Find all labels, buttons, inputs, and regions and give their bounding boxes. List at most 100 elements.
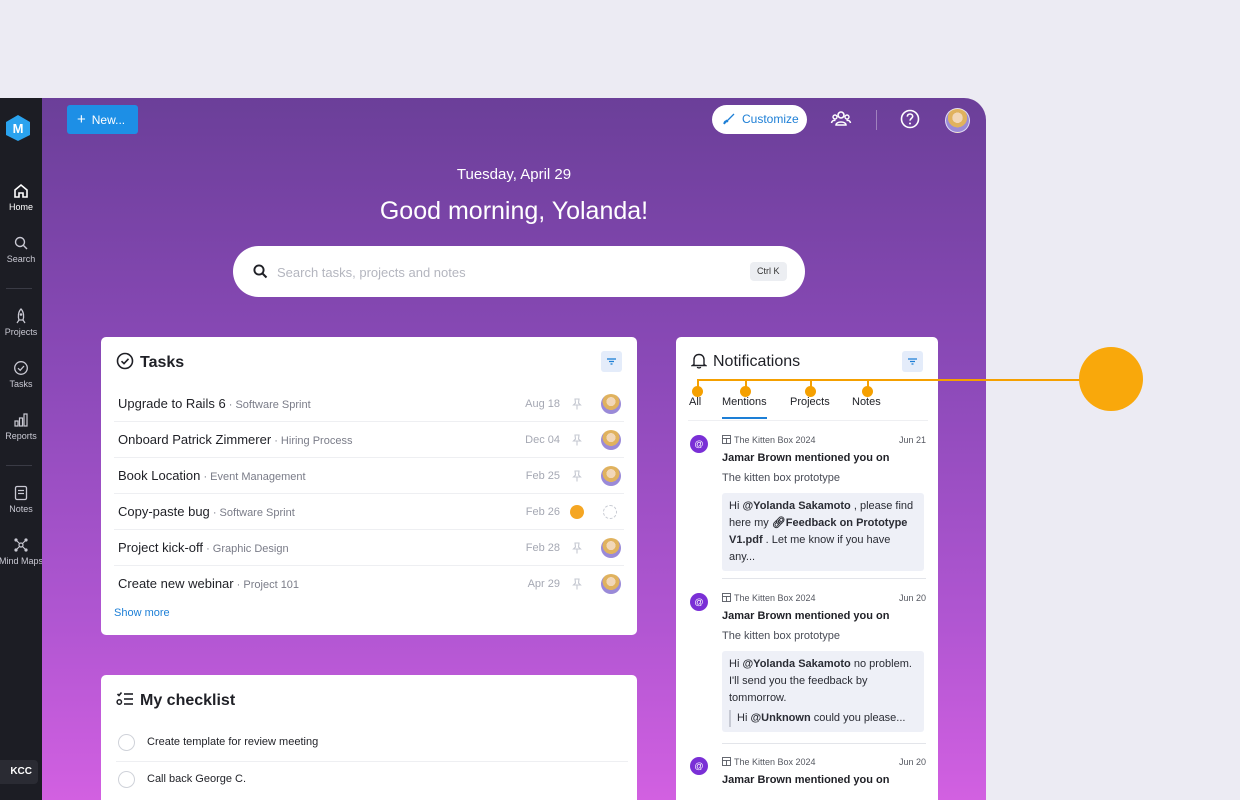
notification-source-text: The Kitten Box 2024 (734, 593, 816, 603)
tab-all[interactable]: All (689, 396, 701, 408)
sidebar-item-notes[interactable]: Notes (0, 485, 42, 514)
task-row[interactable]: Create new webinar · Project 101 Apr 29 (114, 566, 624, 602)
pinned-icon[interactable] (570, 505, 584, 519)
task-row[interactable]: Upgrade to Rails 6 · Software Sprint Aug… (114, 386, 624, 422)
mention-badge-icon: @ (690, 757, 708, 775)
tab-projects[interactable]: Projects (790, 396, 830, 408)
notification-date: Jun 21 (898, 435, 926, 445)
mention-link[interactable]: @Unknown (750, 712, 810, 724)
mention-link[interactable]: @Yolanda Sakamoto (742, 658, 850, 670)
quote-message: Hi @Yolanda Sakamoto no problem. I'll se… (729, 656, 917, 707)
show-more-link[interactable]: Show more (114, 607, 170, 619)
help-icon[interactable] (899, 108, 921, 130)
sidebar-divider (6, 465, 32, 466)
customize-button[interactable]: Customize (712, 105, 807, 134)
task-due-date: Feb 28 (525, 542, 560, 554)
task-name: Upgrade to Rails 6 · Software Sprint (118, 396, 311, 411)
assignee-avatar[interactable] (601, 394, 621, 414)
notifications-title-text: Notifications (713, 353, 801, 370)
checklist-checkbox[interactable] (118, 734, 135, 751)
task-name: Onboard Patrick Zimmerer · Hiring Proces… (118, 432, 352, 447)
workspace-badge[interactable]: KCC (0, 760, 38, 784)
task-row[interactable]: Onboard Patrick Zimmerer · Hiring Proces… (114, 422, 624, 458)
project-icon (722, 593, 731, 602)
note-icon (14, 485, 28, 501)
global-search[interactable]: Ctrl K (233, 246, 805, 297)
team-icon[interactable] (830, 108, 852, 130)
unassigned-avatar-icon[interactable] (603, 505, 617, 519)
sidebar-item-tasks[interactable]: Tasks (0, 360, 42, 389)
pin-icon[interactable] (570, 469, 584, 483)
task-row[interactable]: Project kick-off · Graphic Design Feb 28 (114, 530, 624, 566)
filter-icon (908, 358, 917, 365)
checklist-title-text: My checklist (140, 692, 236, 709)
task-project: · Project 101 (233, 579, 300, 591)
task-row[interactable]: Book Location · Event Management Feb 25 (114, 458, 624, 494)
assignee-avatar[interactable] (601, 430, 621, 450)
home-dashboard: + New... Customize Tuesday, April 29 Good… (42, 98, 986, 800)
task-due-date: Apr 29 (527, 578, 560, 590)
home-icon (14, 183, 28, 198)
widget-title: My checklist (116, 690, 235, 710)
rocket-icon (16, 308, 26, 324)
task-project: · Software Sprint (209, 507, 295, 519)
check-circle-icon (14, 361, 28, 375)
new-button[interactable]: + New... (67, 105, 138, 134)
checklist-item: Create template for review meeting (116, 725, 628, 762)
callout-marker (692, 386, 703, 397)
notification-divider (722, 578, 926, 579)
mention-badge-icon: @ (690, 435, 708, 453)
sidebar-item-search[interactable]: Search (0, 235, 42, 264)
task-name: Copy-paste bug · Software Sprint (118, 504, 295, 519)
sidebar-item-projects[interactable]: Projects (0, 308, 42, 337)
notification-quote: Hi @Yolanda Sakamoto , please find here … (722, 493, 924, 571)
notification-headline: Jamar Brown mentioned you on (722, 452, 890, 464)
pin-icon[interactable] (570, 397, 584, 411)
notification-source-text: The Kitten Box 2024 (734, 757, 816, 767)
mention-link[interactable]: @Yolanda Sakamoto (742, 500, 850, 512)
svg-text:M: M (13, 121, 24, 136)
quote-text: Hi (729, 500, 743, 512)
callout-bubble (1079, 347, 1143, 411)
task-title: Upgrade to Rails 6 (118, 396, 226, 411)
sidebar-item-reports[interactable]: Reports (0, 412, 42, 441)
notification-target[interactable]: The kitten box prototype (722, 472, 840, 484)
tasks-filter-button[interactable] (601, 351, 622, 372)
task-project: · Software Sprint (225, 399, 311, 411)
project-icon (722, 435, 731, 444)
assignee-avatar[interactable] (601, 574, 621, 594)
filter-icon (607, 358, 616, 365)
sidebar-item-mind-maps[interactable]: Mind Maps (0, 537, 43, 566)
notifications-filter-button[interactable] (902, 351, 923, 372)
assignee-avatar[interactable] (601, 466, 621, 486)
checklist-widget: My checklist Create template for review … (101, 675, 637, 800)
sidebar-item-label: Projects (4, 327, 38, 337)
callout-marker (862, 386, 873, 397)
user-avatar[interactable] (945, 108, 970, 133)
app-logo[interactable]: M (5, 114, 31, 142)
notification-date: Jun 20 (898, 593, 926, 603)
checklist-item-text[interactable]: Call back George C. (147, 773, 246, 785)
mind-map-icon (14, 538, 28, 552)
task-title: Book Location (118, 468, 201, 483)
notification-target[interactable]: The kitten box prototype (722, 630, 840, 642)
tab-notes[interactable]: Notes (852, 396, 881, 408)
sidebar-item-home[interactable]: Home (0, 183, 42, 212)
header-divider (876, 110, 877, 130)
search-input[interactable] (277, 260, 727, 284)
task-name: Create new webinar · Project 101 (118, 576, 299, 591)
tab-mentions[interactable]: Mentions (722, 396, 767, 419)
pin-icon[interactable] (570, 433, 584, 447)
task-project: · Hiring Process (271, 435, 353, 447)
search-icon (14, 236, 28, 250)
tasks-widget: Tasks Upgrade to Rails 6 · Software Spri… (101, 337, 637, 635)
task-row[interactable]: Copy-paste bug · Software Sprint Feb 26 (114, 494, 624, 530)
pin-icon[interactable] (570, 577, 584, 591)
checklist-item-text[interactable]: Create template for review meeting (147, 736, 318, 748)
task-name: Project kick-off · Graphic Design (118, 540, 289, 555)
checklist-checkbox[interactable] (118, 771, 135, 788)
assignee-avatar[interactable] (601, 538, 621, 558)
checklist-icon (116, 691, 133, 705)
pin-icon[interactable] (570, 541, 584, 555)
task-title: Create new webinar (118, 576, 234, 591)
